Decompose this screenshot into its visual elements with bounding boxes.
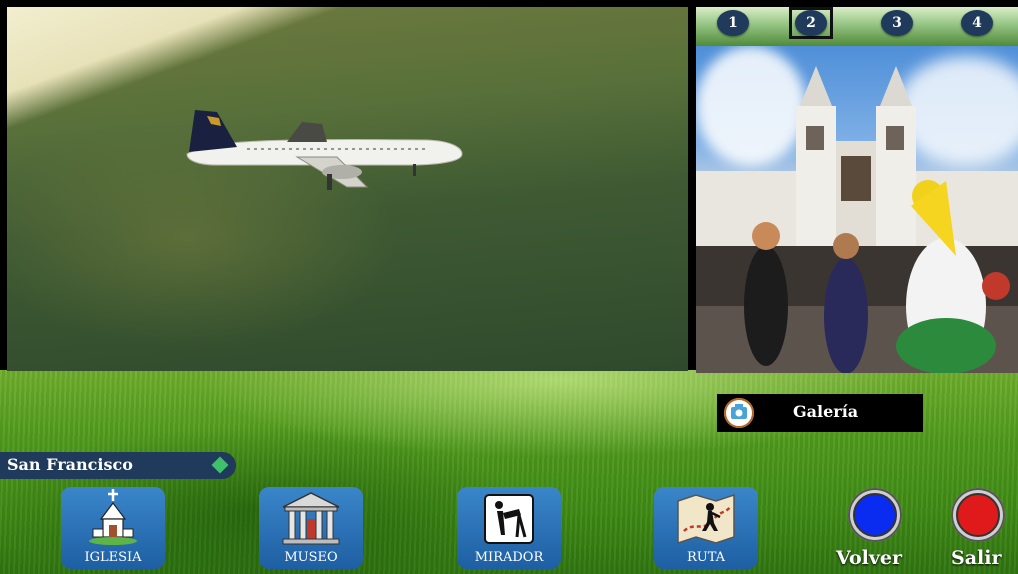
gallery-photo (696, 46, 1018, 373)
church-facade-image (696, 66, 1018, 373)
location-bar: San Francisco (0, 452, 236, 479)
volver-label: Volver (836, 547, 903, 569)
thumb-button-3[interactable]: 3 (881, 10, 913, 36)
nav-mirador-button[interactable]: MIRADOR (457, 487, 561, 569)
nav-iglesia-label: IGLESIA (84, 550, 142, 565)
location-label: San Francisco (7, 455, 133, 474)
gallery-button[interactable]: Galería (717, 394, 923, 432)
nav-museo-label: MUSEO (284, 550, 338, 565)
nav-museo-button[interactable]: MUSEO (259, 487, 363, 569)
thumb-button-1[interactable]: 1 (717, 10, 749, 36)
nav-iglesia-button[interactable]: IGLESIA (61, 487, 165, 569)
nav-mirador-label: MIRADOR (474, 550, 544, 565)
museum-icon (282, 492, 340, 545)
thumb-button-4[interactable]: 4 (961, 10, 993, 36)
salir-button-face (956, 493, 1000, 537)
salir-label: Salir (951, 547, 1002, 569)
salir-button[interactable] (951, 488, 1005, 542)
volver-button-face (853, 493, 897, 537)
nav-ruta-label: RUTA (686, 550, 726, 565)
gallery-button-label: Galería (793, 402, 859, 421)
diamond-icon (211, 456, 229, 474)
video-player[interactable] (7, 7, 688, 371)
route-map-icon (677, 493, 735, 545)
viewpoint-icon (484, 494, 534, 544)
camera-icon (724, 398, 754, 428)
church-icon (89, 489, 137, 545)
nav-ruta-button[interactable]: RUTA (654, 487, 758, 569)
thumb-button-2[interactable]: 2 (795, 10, 827, 36)
airplane-image (186, 110, 463, 190)
volver-button[interactable] (848, 488, 902, 542)
